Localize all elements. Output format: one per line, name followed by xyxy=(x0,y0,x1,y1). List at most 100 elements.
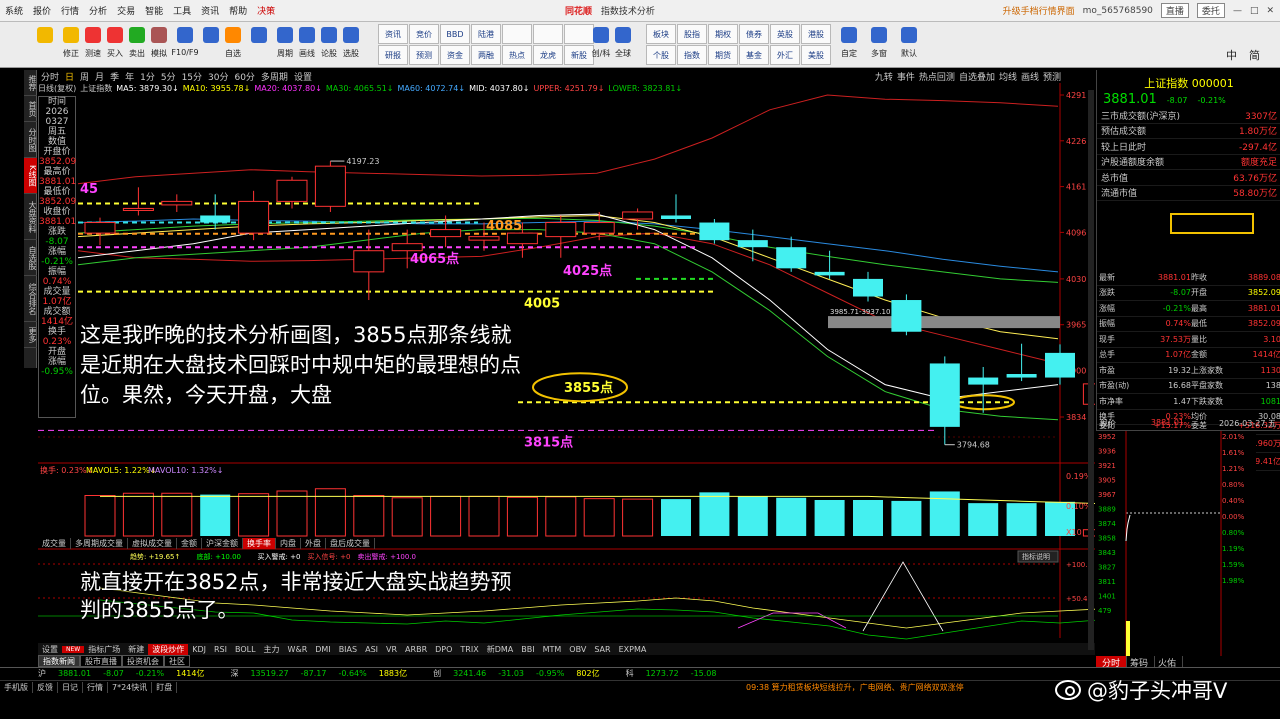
left-nav-item-0[interactable]: 推荐 xyxy=(24,70,37,96)
market-grid-item-0[interactable]: 板块 xyxy=(646,24,676,44)
period-tab-9[interactable]: 30分 xyxy=(205,70,231,83)
candle-body-18[interactable] xyxy=(776,247,807,269)
toolbar-button-5[interactable]: 模拟 xyxy=(148,24,170,66)
period-tab-7[interactable]: 5分 xyxy=(158,70,179,83)
volume-subtab-7[interactable]: 外盘 xyxy=(301,538,326,549)
period-tab-6[interactable]: 1分 xyxy=(137,70,158,83)
status-link-1[interactable]: 反馈 xyxy=(33,682,58,693)
trade-button[interactable]: 委托 xyxy=(1196,3,1225,18)
bottom-tab-1[interactable]: 股市直播 xyxy=(80,655,122,667)
indicator-tab-0[interactable]: 设置 xyxy=(38,644,62,655)
market-grid-item-3[interactable]: 债券 xyxy=(739,24,769,44)
market-grid-item-1[interactable]: 股指 xyxy=(677,24,707,44)
market-grid-item-7[interactable]: 指数 xyxy=(677,45,707,65)
toolbar-button-9[interactable] xyxy=(244,24,274,66)
left-nav-item-7[interactable]: 更多 xyxy=(24,322,37,348)
volume-subtab-0[interactable]: 成交量 xyxy=(38,538,71,549)
period-tab-10[interactable]: 60分 xyxy=(231,70,257,83)
candle-body-9[interactable] xyxy=(430,229,462,238)
info-grid-item-3[interactable]: 陆港 xyxy=(471,24,501,44)
vertical-scrollbar[interactable] xyxy=(1088,90,1094,650)
period-tab-2[interactable]: 周 xyxy=(77,70,92,83)
indicator-tab-21[interactable]: SAR xyxy=(590,645,614,654)
period-tool-1[interactable]: 事件 xyxy=(897,70,915,83)
menu-item-6[interactable]: 工具 xyxy=(168,4,196,17)
market-grid-item-4[interactable]: 英股 xyxy=(770,24,800,44)
info-grid-item-7[interactable]: 研报 xyxy=(378,45,408,65)
indicator-tab-4[interactable]: 波段炒作 xyxy=(148,643,189,655)
candle-body-12[interactable] xyxy=(545,222,577,238)
live-button[interactable]: 直播 xyxy=(1160,3,1189,18)
indicator-tab-12[interactable]: ASI xyxy=(361,645,382,654)
minimize-icon[interactable]: — xyxy=(1233,6,1242,16)
bottom-tab-3[interactable]: 社区 xyxy=(164,655,190,667)
toolbar-button-0[interactable] xyxy=(30,24,60,66)
market-grid-item-8[interactable]: 期货 xyxy=(708,45,738,65)
market-grid-item-10[interactable]: 外汇 xyxy=(770,45,800,65)
layout-button-1[interactable]: 多窗 xyxy=(864,24,894,66)
toolbar-button-12[interactable]: 论股 xyxy=(318,24,340,66)
volume-subtab-6[interactable]: 内盘 xyxy=(276,538,301,549)
status-link-2[interactable]: 日记 xyxy=(58,682,83,693)
period-tab-12[interactable]: 设置 xyxy=(291,70,315,83)
indicator-tab-22[interactable]: EXPMA xyxy=(615,645,651,654)
candle-body-17[interactable] xyxy=(737,240,768,248)
candle-body-1[interactable] xyxy=(122,207,154,211)
indicator-tab-14[interactable]: ARBR xyxy=(401,645,431,654)
indicator-tab-1[interactable]: NEW xyxy=(62,645,85,653)
info-grid-item-11[interactable]: 热点 xyxy=(502,45,532,65)
candle-body-2[interactable] xyxy=(161,200,193,206)
info-grid-item-10[interactable]: 两融 xyxy=(471,45,501,65)
menu-item-1[interactable]: 报价 xyxy=(28,4,56,17)
period-tool-2[interactable]: 热点回测 xyxy=(919,70,955,83)
indicator-tab-7[interactable]: BOLL xyxy=(231,645,260,654)
volume-subtab-1[interactable]: 多周期成交量 xyxy=(71,538,128,549)
period-tab-5[interactable]: 年 xyxy=(122,70,137,83)
bottom-tab-2[interactable]: 投资机会 xyxy=(122,655,164,667)
indicator-tab-15[interactable]: DPO xyxy=(431,645,456,654)
news-ticker[interactable]: 09:38 算力租赁板块短线拉升，广电网络、贵广网络双双涨停 xyxy=(746,682,964,693)
volume-subtab-2[interactable]: 虚拟成交量 xyxy=(128,538,177,549)
close-icon[interactable]: ✕ xyxy=(1266,6,1274,16)
candle-body-24[interactable] xyxy=(1006,374,1037,378)
toolbar-button-11[interactable]: 画线 xyxy=(296,24,318,66)
menu-item-3[interactable]: 分析 xyxy=(84,4,112,17)
candle-body-3[interactable] xyxy=(200,215,231,223)
candle-body-5[interactable] xyxy=(276,179,308,202)
menu-item-4[interactable]: 交易 xyxy=(112,4,140,17)
market-button-0[interactable]: 创/科 xyxy=(590,24,612,66)
toolbar-button-3[interactable]: 买入 xyxy=(104,24,126,66)
status-link-5[interactable]: 盯盘 xyxy=(152,682,178,693)
menu-item-9[interactable]: 决策 xyxy=(252,4,280,17)
period-tool-4[interactable]: 均线 xyxy=(999,70,1017,83)
candle-body-11[interactable] xyxy=(506,232,538,245)
menu-item-8[interactable]: 帮助 xyxy=(224,4,252,17)
left-nav-item-4[interactable]: 大盘资料 xyxy=(24,194,37,240)
indicator-tab-19[interactable]: MTM xyxy=(539,645,566,654)
volume-subtab-3[interactable]: 金额 xyxy=(177,538,202,549)
bottom-tab-0[interactable]: 指数新闻 xyxy=(38,655,80,667)
indicator-tab-10[interactable]: DMI xyxy=(311,645,334,654)
market-button-1[interactable]: 全球 xyxy=(612,24,634,66)
market-grid-item-5[interactable]: 港股 xyxy=(801,24,831,44)
market-grid-item-9[interactable]: 基金 xyxy=(739,45,769,65)
candle-body-8[interactable] xyxy=(391,243,423,252)
toolbar-button-13[interactable]: 选股 xyxy=(340,24,362,66)
layout-button-0[interactable]: 自定 xyxy=(834,24,864,66)
period-tab-0[interactable]: 分时 xyxy=(38,70,62,83)
left-nav-item-1[interactable]: 首页 xyxy=(24,96,37,122)
toolbar-button-6[interactable]: F10/F9 xyxy=(170,24,200,66)
lang-zh-button[interactable]: 中 xyxy=(1226,47,1237,63)
indicator-tab-11[interactable]: BIAS xyxy=(335,645,361,654)
indicator-tab-17[interactable]: 新DMA xyxy=(483,644,518,655)
candle-body-20[interactable] xyxy=(853,278,883,297)
info-grid-item-12[interactable]: 龙虎 xyxy=(533,45,563,65)
period-tool-5[interactable]: 画线 xyxy=(1021,70,1039,83)
period-tool-0[interactable]: 九转 xyxy=(875,70,893,83)
left-nav-item-6[interactable]: 综合排名 xyxy=(24,276,37,322)
toolbar-button-7[interactable] xyxy=(200,24,222,66)
layout-button-2[interactable]: 默认 xyxy=(894,24,924,66)
upgrade-link[interactable]: 升级手档行情界面 xyxy=(1003,4,1075,17)
toolbar-button-8[interactable]: 自选 xyxy=(222,24,244,66)
candle-body-15[interactable] xyxy=(661,215,691,220)
